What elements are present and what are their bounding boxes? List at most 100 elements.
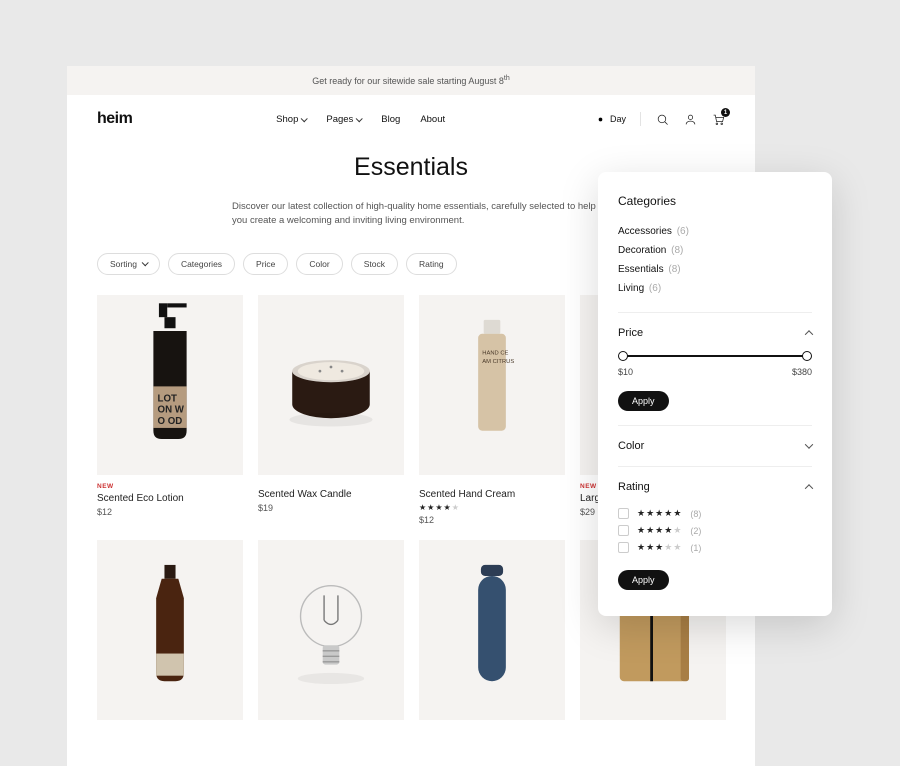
filter-color-section: Color <box>618 425 812 452</box>
filter-stock[interactable]: Stock <box>351 253 398 275</box>
account-button[interactable] <box>683 112 697 126</box>
svg-text:O OD: O OD <box>158 415 183 426</box>
rating-list: ★★★★★ (8) ★★★★★ (2) ★★★★★ (1) <box>618 505 812 556</box>
filter-color-label: Color <box>309 259 329 269</box>
price-slider[interactable]: $10 $380 <box>618 355 812 377</box>
slider-track <box>623 355 807 357</box>
chevron-down-icon <box>142 259 149 266</box>
main-nav: Shop Pages Blog About <box>132 114 589 125</box>
checkbox[interactable] <box>618 508 629 519</box>
rating-count: (8) <box>690 509 701 519</box>
nav-blog-label: Blog <box>381 114 400 125</box>
nav-about[interactable]: About <box>420 114 445 125</box>
nav-shop[interactable]: Shop <box>276 114 306 125</box>
nav-blog[interactable]: Blog <box>381 114 400 125</box>
user-icon <box>684 113 697 126</box>
filter-sorting[interactable]: Sorting <box>97 253 160 275</box>
product-card[interactable]: HAND CE AM CITRUS Scented Hand Cream ★★★… <box>419 295 565 525</box>
product-card[interactable] <box>258 540 404 720</box>
category-list: Accessories (6) Decoration (8) Essential… <box>618 222 812 298</box>
search-button[interactable] <box>655 112 669 126</box>
svg-text:ON W: ON W <box>158 404 185 415</box>
product-card[interactable]: Scented Wax Candle $19 <box>258 295 404 525</box>
category-label: Decoration <box>618 245 666 256</box>
rating-option-5[interactable]: ★★★★★ (8) <box>618 505 812 522</box>
filter-categories-heading: Categories <box>618 194 812 208</box>
filter-rating-label: Rating <box>419 259 444 269</box>
stars-4: ★★★★★ <box>637 525 682 536</box>
filter-sorting-label: Sorting <box>110 259 137 269</box>
product-image <box>97 540 243 720</box>
product-card[interactable]: LOT ON W O OD NEW Scented Eco Lotion $12 <box>97 295 243 525</box>
header: heim Shop Pages Blog About Day <box>67 95 755 143</box>
product-card[interactable] <box>419 540 565 720</box>
product-price: $12 <box>419 515 565 525</box>
logo[interactable]: heim <box>97 110 132 128</box>
price-apply-button[interactable]: Apply <box>618 391 669 411</box>
checkbox[interactable] <box>618 525 629 536</box>
amber-bottle-graphic <box>97 540 243 720</box>
product-image: HAND CE AM CITRUS <box>419 295 565 475</box>
rating-count: (2) <box>690 526 701 536</box>
product-card[interactable] <box>97 540 243 720</box>
product-image: LOT ON W O OD <box>97 295 243 475</box>
announcement-text: Get ready for our sitewide sale starting… <box>312 75 509 86</box>
filter-color[interactable]: Color <box>296 253 342 275</box>
theme-toggle[interactable]: Day <box>585 114 626 125</box>
chevron-up-icon <box>805 484 813 492</box>
category-essentials[interactable]: Essentials (8) <box>618 260 812 279</box>
page-description: Discover our latest collection of high-q… <box>232 200 612 229</box>
filter-price-heading: Price <box>618 327 643 339</box>
rating-option-3[interactable]: ★★★★★ (1) <box>618 539 812 556</box>
category-count: (6) <box>649 283 661 294</box>
product-image <box>258 540 404 720</box>
category-label: Essentials <box>618 264 664 275</box>
product-price: $19 <box>258 503 404 513</box>
category-living[interactable]: Living (6) <box>618 279 812 298</box>
chevron-down-icon <box>356 115 363 122</box>
filter-color-heading: Color <box>618 440 644 452</box>
filter-rating[interactable]: Rating <box>406 253 457 275</box>
cart-button[interactable]: 1 <box>711 112 725 126</box>
filter-panel: Categories Accessories (6) Decoration (8… <box>598 172 832 616</box>
filter-categories[interactable]: Categories <box>168 253 235 275</box>
checkbox[interactable] <box>618 542 629 553</box>
divider <box>640 112 641 126</box>
filter-rating-header[interactable]: Rating <box>618 481 812 493</box>
theme-label: Day <box>610 114 626 124</box>
filter-price-header[interactable]: Price <box>618 327 812 339</box>
category-count: (8) <box>671 245 683 256</box>
hand-cream-graphic: HAND CE AM CITRUS <box>419 295 565 475</box>
category-decoration[interactable]: Decoration (8) <box>618 241 812 260</box>
filter-stock-label: Stock <box>364 259 385 269</box>
stars-5: ★★★★★ <box>637 508 682 519</box>
product-image <box>258 295 404 475</box>
sun-icon <box>595 114 606 125</box>
blue-bottle-graphic <box>419 540 565 720</box>
chevron-up-icon <box>805 330 813 338</box>
price-max: $380 <box>792 367 812 377</box>
svg-text:LOT: LOT <box>158 393 177 404</box>
category-accessories[interactable]: Accessories (6) <box>618 222 812 241</box>
slider-handle-min[interactable] <box>618 351 628 361</box>
chevron-down-icon <box>301 115 308 122</box>
filter-price-label: Price <box>256 259 275 269</box>
stars-3: ★★★★★ <box>637 542 682 553</box>
chevron-down-icon <box>805 440 813 448</box>
rating-apply-button[interactable]: Apply <box>618 570 669 590</box>
filter-rating-section: Rating ★★★★★ (8) ★★★★★ (2) ★★★★★ (1) App… <box>618 466 812 590</box>
price-min: $10 <box>618 367 633 377</box>
slider-labels: $10 $380 <box>618 367 812 377</box>
filter-price[interactable]: Price <box>243 253 288 275</box>
product-title: Scented Hand Cream <box>419 489 565 500</box>
lotion-bottle-graphic: LOT ON W O OD <box>97 295 243 475</box>
filter-color-header[interactable]: Color <box>618 440 812 452</box>
category-count: (8) <box>668 264 680 275</box>
announcement-bar: Get ready for our sitewide sale starting… <box>67 66 755 95</box>
slider-handle-max[interactable] <box>802 351 812 361</box>
nav-pages[interactable]: Pages <box>326 114 361 125</box>
filter-categories-label: Categories <box>181 259 222 269</box>
header-actions: Day 1 <box>589 112 725 126</box>
product-title: Scented Wax Candle <box>258 489 404 500</box>
rating-option-4[interactable]: ★★★★★ (2) <box>618 522 812 539</box>
